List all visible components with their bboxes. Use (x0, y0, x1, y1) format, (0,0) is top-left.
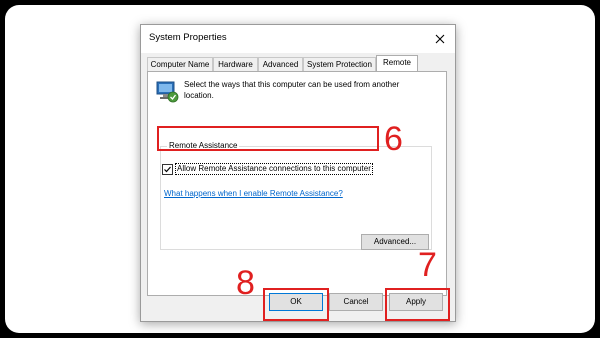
title-bar: System Properties (141, 25, 455, 53)
highlight-apply-box (385, 288, 450, 321)
system-properties-dialog: System Properties Computer Name Hardware… (140, 24, 456, 322)
highlight-ok-box (263, 288, 329, 321)
tab-hardware[interactable]: Hardware (213, 57, 258, 71)
tab-advanced[interactable]: Advanced (258, 57, 303, 71)
tab-system-protection[interactable]: System Protection (303, 57, 376, 71)
allow-remote-assistance-checkbox[interactable] (162, 163, 173, 175)
allow-remote-assistance-row[interactable]: Allow Remote Assistance connections to t… (162, 163, 373, 175)
computer-network-icon (156, 81, 179, 103)
step-number-6: 6 (384, 120, 403, 158)
close-button[interactable] (425, 25, 455, 53)
dialog-title: System Properties (149, 32, 227, 43)
remote-description: Select the ways that this computer can b… (184, 80, 400, 100)
checkmark-icon (164, 166, 171, 172)
tab-remote[interactable]: Remote (376, 55, 418, 72)
allow-remote-assistance-label[interactable]: Allow Remote Assistance connections to t… (175, 163, 373, 175)
tab-computer-name[interactable]: Computer Name (147, 57, 213, 71)
remote-assistance-help-link[interactable]: What happens when I enable Remote Assist… (164, 189, 343, 198)
step-number-8: 8 (236, 264, 255, 302)
close-icon (435, 34, 445, 44)
highlight-checkbox-box (157, 126, 379, 151)
remote-tab-panel: Select the ways that this computer can b… (147, 71, 447, 296)
step-number-7: 7 (418, 246, 437, 284)
cancel-button[interactable]: Cancel (329, 293, 383, 311)
